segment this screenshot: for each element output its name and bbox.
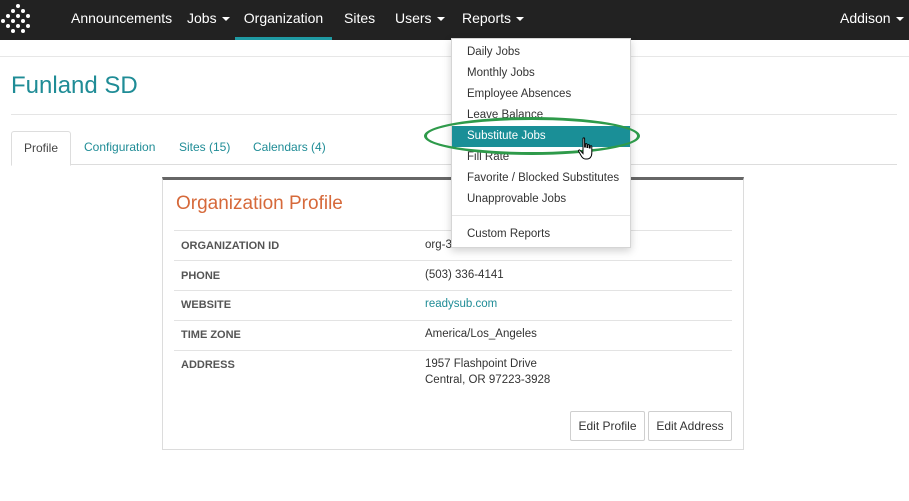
row-divider bbox=[174, 290, 732, 291]
menu-item-monthly-jobs[interactable]: Monthly Jobs bbox=[452, 63, 630, 84]
nav-organization[interactable]: Organization bbox=[235, 0, 332, 40]
address-label: ADDRESS bbox=[181, 359, 235, 371]
phone-label: PHONE bbox=[181, 270, 221, 282]
user-name: Addison bbox=[840, 10, 891, 26]
nav-jobs-label: Jobs bbox=[187, 10, 217, 26]
caret-down-icon bbox=[516, 17, 525, 22]
card-title: Organization Profile bbox=[176, 193, 343, 214]
menu-item-favorite-blocked-substitutes[interactable]: Favorite / Blocked Substitutes bbox=[452, 168, 630, 189]
user-menu[interactable]: Addison bbox=[840, 0, 904, 37]
menu-item-fill-rate[interactable]: Fill Rate bbox=[452, 147, 630, 168]
address-line-1: 1957 Flashpoint Drive bbox=[425, 358, 537, 370]
menu-item-employee-absences[interactable]: Employee Absences bbox=[452, 84, 630, 105]
dots-diamond-icon[interactable] bbox=[0, 4, 34, 38]
nav-announcements-label: Announcements bbox=[71, 10, 173, 26]
menu-item-leave-balance[interactable]: Leave Balance bbox=[452, 105, 630, 126]
menu-item-substitute-jobs[interactable]: Substitute Jobs bbox=[452, 126, 630, 147]
nav-sites[interactable]: Sites bbox=[344, 0, 375, 37]
tab-configuration[interactable]: Configuration bbox=[84, 131, 155, 164]
nav-jobs[interactable]: Jobs bbox=[187, 0, 230, 37]
menu-item-daily-jobs[interactable]: Daily Jobs bbox=[452, 42, 630, 63]
row-divider bbox=[174, 320, 732, 321]
tab-calendars[interactable]: Calendars (4) bbox=[253, 131, 326, 164]
menu-divider bbox=[452, 215, 630, 216]
time-zone-label: TIME ZONE bbox=[181, 329, 241, 341]
row-divider bbox=[174, 350, 732, 351]
caret-down-icon bbox=[895, 17, 904, 22]
website-label: WEBSITE bbox=[181, 299, 232, 311]
caret-down-icon bbox=[221, 17, 230, 22]
organization-id-label: ORGANIZATION ID bbox=[181, 240, 280, 252]
menu-item-unapprovable-jobs[interactable]: Unapprovable Jobs bbox=[452, 189, 630, 210]
nav-announcements[interactable]: Announcements bbox=[71, 0, 172, 37]
address-line-2: Central, OR 97223-3928 bbox=[425, 374, 551, 386]
row-divider bbox=[174, 260, 732, 261]
edit-profile-button[interactable]: Edit Profile bbox=[570, 411, 645, 441]
top-navbar: Announcements Jobs Organization Sites Us… bbox=[0, 0, 909, 40]
menu-item-custom-reports[interactable]: Custom Reports bbox=[452, 224, 630, 245]
nav-sites-label: Sites bbox=[344, 10, 376, 26]
nav-organization-label: Organization bbox=[243, 10, 324, 26]
caret-down-icon bbox=[436, 17, 445, 22]
website-link[interactable]: readysub.com bbox=[425, 298, 497, 310]
edit-address-button[interactable]: Edit Address bbox=[648, 411, 732, 441]
nav-reports-label: Reports bbox=[462, 10, 512, 26]
hand-cursor-icon bbox=[577, 137, 593, 160]
time-zone-value: America/Los_Angeles bbox=[425, 328, 537, 340]
phone-value: (503) 336-4141 bbox=[425, 269, 504, 281]
reports-dropdown-menu: Daily Jobs Monthly Jobs Employee Absence… bbox=[451, 38, 631, 248]
nav-users[interactable]: Users bbox=[395, 0, 445, 37]
nav-reports[interactable]: Reports bbox=[462, 0, 525, 37]
nav-users-label: Users bbox=[395, 10, 432, 26]
page-title: Funland SD bbox=[11, 72, 138, 99]
tab-sites[interactable]: Sites (15) bbox=[179, 131, 230, 164]
tab-profile[interactable]: Profile bbox=[11, 131, 71, 166]
